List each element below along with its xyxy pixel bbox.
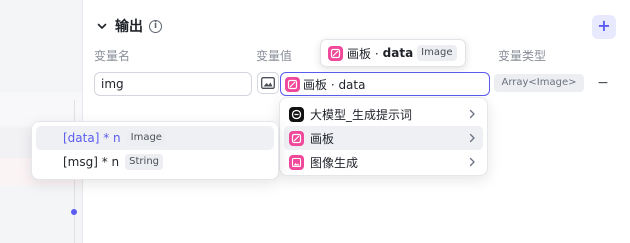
value-tooltip: 画板 · data Image <box>320 39 466 67</box>
column-header-name: 变量名 <box>94 49 131 63</box>
canvas-board-icon <box>285 76 300 92</box>
menu-item-canvas-board[interactable]: 画板 <box>284 126 483 150</box>
variable-name-input[interactable]: img <box>94 72 252 96</box>
node-select-menu: 大模型_生成提示词 画板 图像生成 <box>279 97 488 176</box>
variable-value-text: 画板 · data <box>303 77 366 92</box>
menu-item-label: 画板 <box>310 131 335 146</box>
section-title: 输出 <box>115 19 143 35</box>
submenu-type-tag: Image <box>126 130 166 146</box>
chevron-right-icon <box>467 133 477 143</box>
menu-item-llm-prompt[interactable]: 大模型_生成提示词 <box>284 102 483 126</box>
column-header-value: 变量值 <box>256 49 293 63</box>
chevron-down-icon[interactable] <box>95 19 109 33</box>
chevron-right-icon <box>467 157 477 167</box>
remove-variable-button[interactable]: − <box>597 74 609 92</box>
menu-item-label: 图像生成 <box>310 155 359 170</box>
canvas-board-icon <box>328 45 343 61</box>
menu-item-label: 大模型_生成提示词 <box>310 107 413 122</box>
canvas-port-dot[interactable] <box>71 209 77 215</box>
tooltip-field: data <box>382 46 414 60</box>
canvas-board-icon <box>289 130 304 146</box>
tooltip-type-tag: Image <box>417 45 457 61</box>
section-header[interactable]: 输出 i <box>95 16 162 36</box>
chevron-right-icon <box>467 109 477 119</box>
submenu-item-label: [data] * n <box>63 131 121 145</box>
menu-item-image-gen[interactable]: 图像生成 <box>284 150 483 174</box>
add-variable-button[interactable]: + <box>592 15 616 39</box>
submenu-type-tag: String <box>125 154 163 170</box>
image-gen-icon <box>289 154 304 170</box>
tooltip-prefix: 画板 · <box>347 46 379 61</box>
image-type-icon[interactable] <box>257 72 279 94</box>
info-icon[interactable]: i <box>149 19 162 33</box>
submenu-item-msg[interactable]: [msg] * n String <box>36 150 274 174</box>
field-submenu: [data] * n Image [msg] * n String <box>31 121 279 180</box>
variable-type-badge: Array<Image> <box>494 74 584 92</box>
submenu-item-label: [msg] * n <box>63 155 120 169</box>
column-header-type: 变量类型 <box>498 49 547 63</box>
variable-value-select[interactable]: 画板 · data <box>280 72 490 96</box>
submenu-item-data[interactable]: [data] * n Image <box>36 126 274 150</box>
model-icon <box>289 106 304 122</box>
